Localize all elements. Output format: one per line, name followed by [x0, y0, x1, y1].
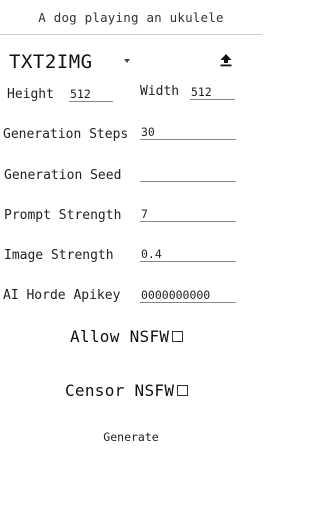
steps-label: Generation Steps: [3, 127, 129, 142]
upload-icon[interactable]: [219, 53, 233, 67]
allow-nsfw-label: Allow NSFW: [70, 327, 170, 346]
width-input[interactable]: [190, 84, 235, 100]
generate-button[interactable]: Generate: [0, 430, 262, 444]
censor-nsfw-checkbox[interactable]: [177, 385, 189, 396]
allow-nsfw-checkbox[interactable]: [172, 331, 184, 342]
seed-input[interactable]: [140, 166, 236, 182]
width-label: Width: [140, 84, 180, 99]
censor-nsfw-label: Censor NSFW: [65, 381, 175, 400]
prompt-strength-input[interactable]: [140, 206, 236, 222]
divider: [0, 34, 262, 35]
allow-nsfw-toggle[interactable]: Allow NSFW: [70, 327, 184, 346]
apikey-input[interactable]: [140, 287, 236, 303]
mode-dropdown[interactable]: TXT2IMG: [9, 50, 93, 74]
chevron-down-icon[interactable]: [124, 59, 130, 63]
apikey-label: AI Horde Apikey: [3, 288, 121, 303]
image-strength-input[interactable]: [140, 246, 236, 262]
seed-label: Generation Seed: [4, 168, 122, 183]
image-strength-label: Image Strength: [4, 248, 114, 263]
prompt-text[interactable]: A dog playing an ukulele: [0, 10, 262, 25]
height-label: Height: [7, 87, 54, 102]
height-input[interactable]: [69, 86, 113, 102]
steps-input[interactable]: [140, 124, 236, 140]
censor-nsfw-toggle[interactable]: Censor NSFW: [65, 381, 189, 400]
mode-value: TXT2IMG: [9, 51, 93, 73]
prompt-strength-label: Prompt Strength: [4, 208, 122, 223]
